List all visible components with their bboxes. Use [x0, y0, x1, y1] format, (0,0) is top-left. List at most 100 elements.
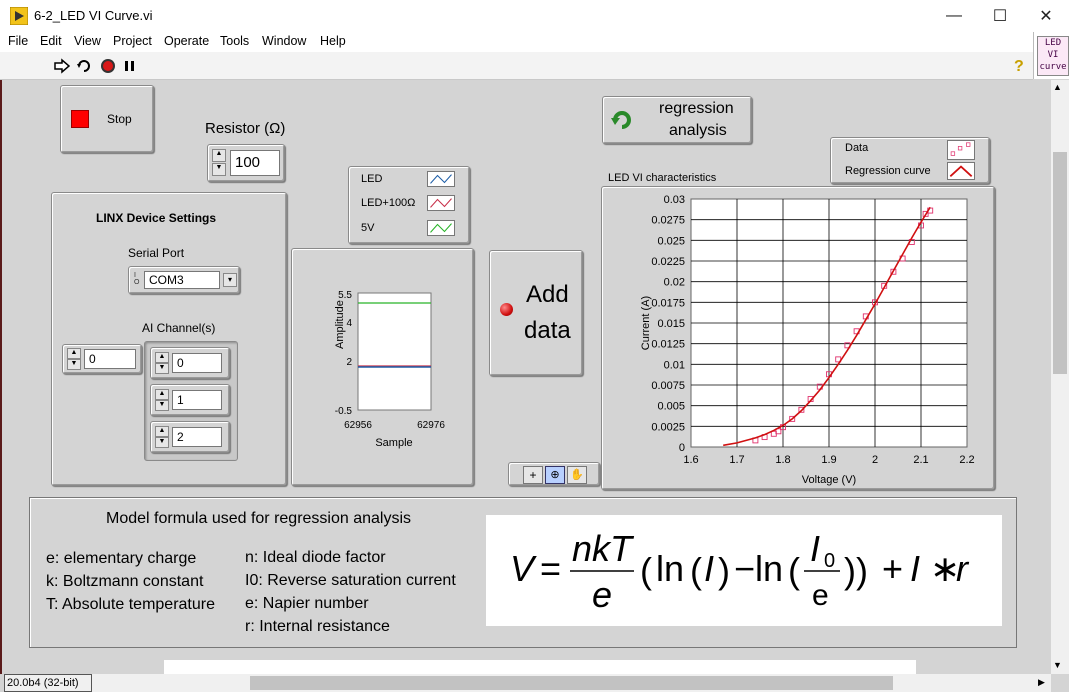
vi-icon-line1: LED — [1044, 38, 1062, 48]
y-tick-label: 0.0175 — [651, 297, 685, 309]
menu-help[interactable]: Help — [320, 34, 346, 48]
serial-port-value: COM3 — [144, 271, 220, 289]
toolbar — [0, 52, 1033, 80]
pan-hand-icon[interactable]: ✋ — [567, 466, 587, 484]
index-increment-icon[interactable]: ▲ — [67, 348, 81, 359]
decrement-arrow-icon[interactable]: ▼ — [155, 400, 169, 411]
decrement-arrow-icon[interactable]: ▼ — [155, 363, 169, 374]
bottom-white-decoration — [164, 660, 916, 674]
stop-indicator-icon — [71, 110, 89, 128]
regression-label-line1: regression — [659, 100, 734, 117]
ytick-1: 4 — [346, 318, 352, 329]
legend-5v-swatch[interactable] — [427, 220, 455, 236]
labview-icon — [10, 7, 28, 25]
resistor-control: ▲ ▼ 100 — [207, 144, 285, 182]
y-tick-label: 0.0025 — [651, 421, 685, 433]
menu-operate[interactable]: Operate — [164, 34, 209, 48]
increment-arrow-icon[interactable]: ▲ — [155, 389, 169, 400]
legend-led-swatch[interactable] — [427, 171, 455, 187]
scroll-down-icon[interactable]: ▼ — [1053, 660, 1062, 670]
y-tick-label: 0.0125 — [651, 339, 685, 351]
vi-icon-line3: curve — [1039, 62, 1067, 72]
legend-led100-swatch[interactable] — [427, 195, 455, 211]
regression-analysis-button[interactable]: regression analysis — [602, 96, 752, 144]
scroll-up-icon[interactable]: ▲ — [1053, 82, 1062, 92]
decrement-arrow-icon[interactable]: ▼ — [212, 163, 226, 176]
ai-channel-input[interactable]: 0 — [172, 353, 222, 373]
formula-render: V = nkT e ( ln ( I ) −ln ( I 0 e )) + I … — [510, 528, 970, 615]
legend-data-label: Data — [845, 142, 869, 154]
y-tick-label: 0 — [679, 442, 685, 454]
refresh-arrow-icon — [611, 111, 631, 129]
legend-regression-swatch[interactable] — [947, 162, 975, 180]
pause-icon[interactable] — [122, 58, 138, 74]
xy-graph-title: LED VI characteristics — [608, 172, 717, 184]
cursor-tool-icon[interactable]: + — [523, 466, 543, 484]
y-tick-label: 0.0225 — [651, 256, 685, 268]
window-title: 6-2_LED VI Curve.vi — [34, 8, 153, 23]
svg-text:=: = — [540, 548, 561, 589]
array-index-input[interactable]: 0 — [84, 349, 136, 369]
x-tick-label: 1.8 — [775, 454, 790, 466]
y-tick-label: 0.01 — [664, 359, 685, 371]
increment-arrow-icon[interactable]: ▲ — [155, 352, 169, 363]
abort-icon[interactable] — [100, 58, 116, 74]
stop-button[interactable]: Stop — [60, 85, 154, 153]
add-data-label-line2: data — [524, 317, 571, 344]
svg-text:+: + — [882, 548, 903, 589]
y-tick-label: 0.025 — [657, 235, 685, 247]
def-internal-resistance: r: Internal resistance — [245, 618, 390, 635]
resistor-input[interactable]: 100 — [230, 150, 280, 176]
zoom-tool-icon[interactable]: ⊕ — [545, 466, 565, 484]
svg-text:ln: ln — [656, 548, 684, 589]
version-status: 20.0b4 (32-bit) — [4, 674, 92, 692]
xy-plot: 0 0.0025 0.005 0.0075 0.01 0.0125 0.015 0.0175 0… — [640, 194, 975, 486]
title-bar — [0, 0, 1069, 32]
legend-led-label: LED — [361, 173, 383, 185]
increment-arrow-icon[interactable]: ▲ — [212, 149, 226, 162]
svg-text:−ln: −ln — [734, 548, 783, 589]
menu-file[interactable]: File — [8, 34, 28, 48]
index-decrement-icon[interactable]: ▼ — [67, 359, 81, 370]
decrement-arrow-icon[interactable]: ▼ — [155, 437, 169, 448]
y-tick-label: 0.015 — [657, 318, 685, 330]
vertical-scroll-thumb[interactable] — [1053, 152, 1067, 374]
ai-channel-input[interactable]: 1 — [172, 390, 222, 410]
menu-bar — [0, 32, 1033, 52]
y-tick-label: 0.02 — [664, 277, 685, 289]
y-tick-label: 0.0075 — [651, 380, 685, 392]
run-arrow-icon[interactable] — [54, 58, 70, 74]
ai-channel-element-2: ▲ ▼ 2 — [150, 421, 230, 453]
dropdown-arrow-icon[interactable]: ▾ — [223, 273, 237, 287]
legend-led100-label: LED+100Ω — [361, 197, 416, 209]
context-help-icon[interactable]: ? — [1011, 56, 1027, 74]
serial-port-label: Serial Port — [128, 246, 185, 260]
linx-settings-cluster: LINX Device Settings Serial Port IO COM3… — [51, 192, 287, 486]
array-index-control: ▲ ▼ 0 — [62, 344, 142, 374]
ai-channel-array: ▲ ▼ 0 ▲ ▼ 1 ▲ ▼ 2 — [144, 341, 238, 461]
horizontal-scroll-thumb[interactable] — [250, 676, 893, 690]
run-continuously-icon[interactable] — [76, 58, 92, 74]
vi-icon: LED VI curve — [1033, 32, 1069, 79]
ai-channel-input[interactable]: 2 — [172, 427, 222, 447]
menu-window[interactable]: Window — [262, 34, 306, 48]
def-boltzmann: k: Boltzmann constant — [46, 573, 204, 590]
menu-edit[interactable]: Edit — [40, 34, 62, 48]
add-data-led-icon — [500, 303, 513, 316]
svg-text:(: ( — [640, 550, 652, 591]
close-button[interactable]: ✕ — [1023, 0, 1069, 32]
model-defs-right: n: Ideal diode factor I0: Reverse satura… — [245, 546, 456, 638]
menu-project[interactable]: Project — [113, 34, 152, 48]
serial-port-control[interactable]: IO COM3 ▾ — [128, 266, 240, 294]
add-data-button[interactable]: Add data — [489, 250, 583, 376]
legend-data-swatch[interactable] — [947, 140, 975, 160]
x-tick-label: 1.7 — [729, 454, 744, 466]
menu-view[interactable]: View — [74, 34, 101, 48]
scroll-right-icon[interactable]: ▶ — [1038, 677, 1045, 688]
menu-tools[interactable]: Tools — [220, 34, 249, 48]
minimize-button[interactable]: — — [931, 0, 977, 32]
increment-arrow-icon[interactable]: ▲ — [155, 426, 169, 437]
stop-label: Stop — [107, 112, 132, 126]
xy-graph: 0 0.0025 0.005 0.0075 0.01 0.0125 0.015 0.0175 0… — [601, 186, 995, 490]
maximize-button[interactable]: ☐ — [977, 0, 1023, 32]
